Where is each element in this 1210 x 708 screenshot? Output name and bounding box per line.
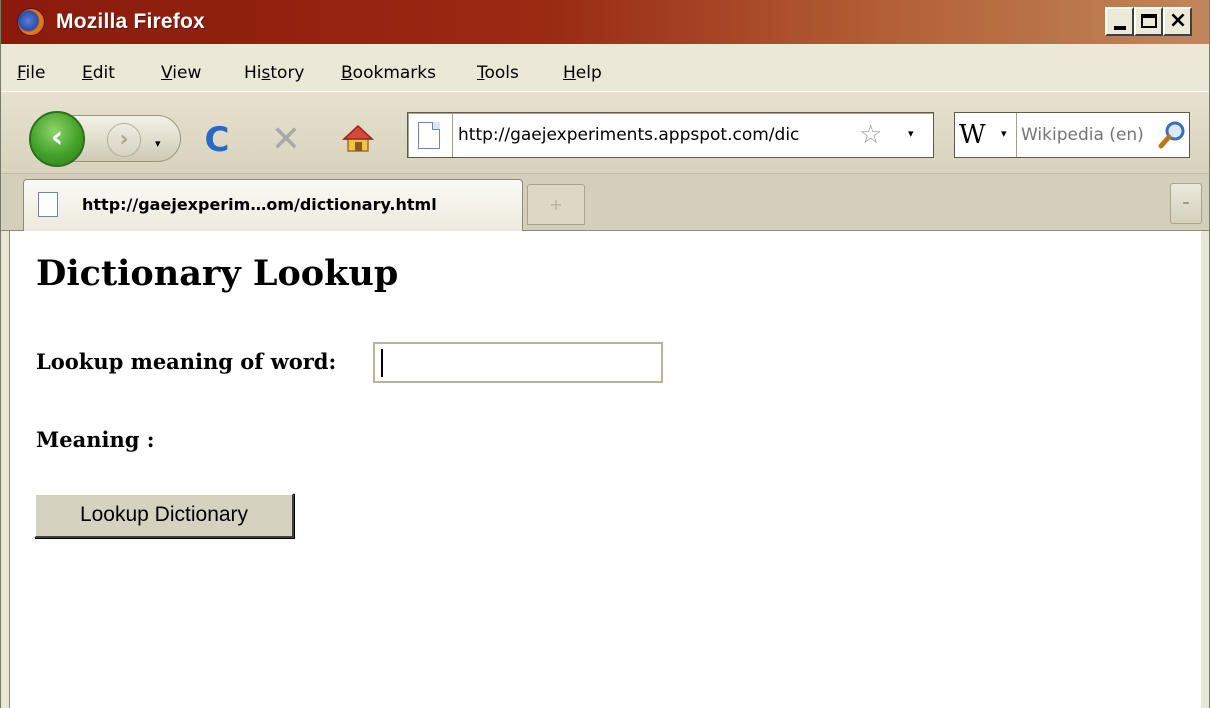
- maximize-button[interactable]: [1134, 7, 1163, 36]
- plus-icon: +: [549, 195, 563, 214]
- browser-window: Mozilla Firefox × File Edit View History…: [0, 0, 1210, 708]
- tab-dictionary[interactable]: http://gaejexperim…om/dictionary.html: [23, 179, 523, 232]
- menu-bookmarks[interactable]: Bookmarks: [341, 63, 436, 83]
- reload-icon: C: [204, 120, 230, 160]
- minimize-button[interactable]: [1105, 7, 1134, 36]
- window-title: Mozilla Firefox: [56, 10, 205, 33]
- forward-arrow-icon: ›: [119, 127, 129, 152]
- lookup-dictionary-button[interactable]: Lookup Dictionary: [34, 493, 294, 538]
- url-text[interactable]: http://gaejexperiments.appspot.com/dic: [458, 125, 850, 145]
- menu-tools[interactable]: Tools: [477, 63, 519, 83]
- page-heading: Dictionary Lookup: [36, 253, 399, 294]
- menu-history[interactable]: History: [244, 63, 305, 83]
- search-input[interactable]: [1021, 123, 1151, 147]
- address-separator: [452, 113, 453, 157]
- word-label: Lookup meaning of word:: [36, 349, 337, 374]
- firefox-logo-icon: [17, 8, 45, 36]
- menu-help[interactable]: Help: [563, 63, 602, 83]
- minimize-icon: [1114, 26, 1126, 30]
- page-icon: [418, 122, 440, 149]
- text-caret: [381, 349, 383, 377]
- back-button[interactable]: ‹: [29, 111, 85, 167]
- title-bar[interactable]: Mozilla Firefox ×: [1, 0, 1209, 44]
- stop-button[interactable]: ✕: [269, 122, 303, 158]
- close-icon: ×: [1168, 8, 1188, 33]
- back-arrow-icon: ‹: [50, 120, 64, 155]
- search-separator: [1016, 113, 1017, 157]
- search-bar: W ▾: [954, 112, 1190, 158]
- menu-view[interactable]: View: [161, 63, 201, 83]
- meaning-label: Meaning :: [36, 427, 155, 452]
- stop-icon: ✕: [270, 119, 302, 160]
- maximize-icon: [1141, 14, 1157, 28]
- bookmark-star-icon[interactable]: ☆: [859, 120, 882, 150]
- home-icon: [342, 124, 374, 152]
- new-tab-button[interactable]: +: [527, 184, 585, 225]
- page-content: Dictionary Lookup Lookup meaning of word…: [9, 231, 1201, 708]
- menu-file[interactable]: File: [17, 63, 45, 83]
- word-input[interactable]: [373, 342, 663, 383]
- menu-bar: File Edit View History Bookmarks Tools H…: [1, 44, 1209, 91]
- forward-button[interactable]: ›: [107, 123, 141, 157]
- list-all-tabs-button[interactable]: –: [1170, 183, 1202, 224]
- close-button[interactable]: ×: [1163, 7, 1192, 36]
- navigation-toolbar: ‹ › ▾ C ✕ http://gaejexperiments.appspot…: [1, 91, 1209, 173]
- url-dropdown-icon[interactable]: ▾: [908, 127, 914, 140]
- menu-edit[interactable]: Edit: [82, 63, 115, 83]
- tab-strip: http://gaejexperim…om/dictionary.html + …: [1, 173, 1209, 232]
- reload-button[interactable]: C: [200, 123, 234, 157]
- home-button[interactable]: [341, 122, 375, 156]
- search-engine-dropdown-icon[interactable]: ▾: [1001, 127, 1007, 140]
- history-dropdown-icon[interactable]: ▾: [155, 137, 161, 150]
- tab-label: http://gaejexperim…om/dictionary.html: [82, 195, 437, 214]
- wikipedia-icon[interactable]: W: [959, 119, 999, 151]
- search-button[interactable]: [1157, 119, 1187, 151]
- magnifier-icon: [1158, 121, 1185, 149]
- page-icon: [38, 192, 58, 217]
- list-tabs-icon: –: [1182, 195, 1190, 211]
- address-bar[interactable]: http://gaejexperiments.appspot.com/dic ☆…: [407, 112, 934, 158]
